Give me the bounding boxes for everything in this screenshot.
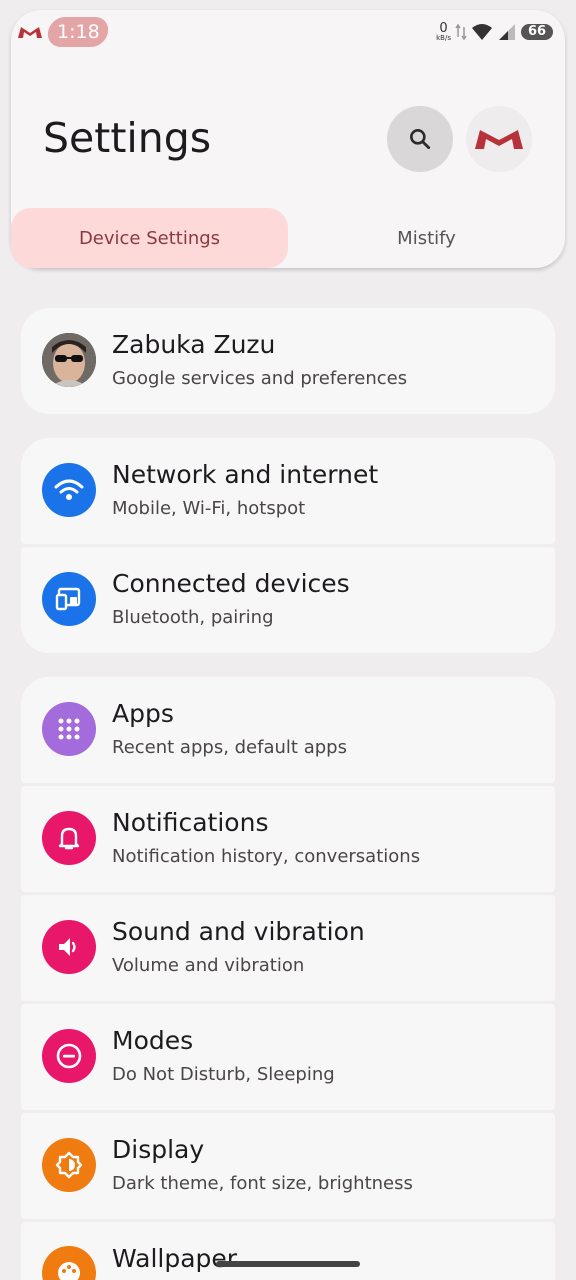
list-item-subtitle: Volume and vibration [112, 955, 305, 976]
page-title: Settings [43, 114, 212, 162]
status-icons: 0 kB/s 66 [436, 20, 553, 44]
list-item-apps[interactable]: Apps Recent apps, default apps [21, 677, 555, 783]
list-item-sound[interactable]: Sound and vibration Volume and vibration [21, 895, 555, 1001]
list-item-subtitle: Do Not Disturb, Sleeping [112, 1064, 335, 1085]
battery-indicator: 66 [521, 24, 553, 40]
gesture-navigation-bar[interactable] [216, 1261, 360, 1267]
list-item-title: Modes [112, 1026, 194, 1055]
list-item-subtitle: Bluetooth, pairing [112, 607, 274, 628]
list-item-subtitle: Mobile, Wi-Fi, hotspot [112, 498, 306, 519]
list-item-wallpaper[interactable]: Wallpaper [21, 1222, 555, 1280]
net-speed: 0 kB/s [436, 21, 451, 42]
list-item-modes[interactable]: Modes Do Not Disturb, Sleeping [21, 1004, 555, 1110]
bell-icon [42, 811, 96, 865]
list-item-subtitle: Dark theme, font size, brightness [112, 1173, 413, 1194]
list-item-title: Network and internet [112, 460, 379, 489]
apps-grid-icon [42, 702, 96, 756]
wifi-icon [42, 463, 96, 517]
clock: 1:18 [45, 17, 111, 47]
list-item-subtitle: Notification history, conversations [112, 846, 421, 867]
search-button[interactable] [387, 106, 453, 172]
list-item-title: Display [112, 1135, 205, 1164]
list-item-title: Connected devices [112, 569, 350, 598]
avatar-image [42, 333, 96, 387]
account-subtitle: Google services and preferences [112, 368, 408, 389]
list-item-network[interactable]: Network and internet Mobile, Wi-Fi, hots… [21, 438, 555, 544]
mistify-logo-icon [475, 130, 523, 149]
account-item[interactable]: Zabuka Zuzu Google services and preferen… [21, 308, 555, 414]
avatar [42, 333, 96, 387]
tab-device-settings[interactable]: Device Settings [11, 208, 288, 268]
list-item-title: Sound and vibration [112, 917, 365, 946]
list-item-connected-devices[interactable]: Connected devices Bluetooth, pairing [21, 547, 555, 653]
status-bar: 1:18 0 kB/s 66 [11, 10, 565, 54]
cell-signal-icon [499, 24, 515, 40]
mistify-logo-icon [18, 27, 42, 38]
tab-mistify[interactable]: Mistify [288, 208, 565, 268]
list-item-display[interactable]: Display Dark theme, font size, brightnes… [21, 1113, 555, 1219]
header-card: 1:18 0 kB/s 66 Settings Device Settings … [11, 10, 565, 268]
list-item-title: Notifications [112, 808, 269, 837]
brightness-icon [42, 1138, 96, 1192]
list-item-title: Wallpaper [112, 1244, 238, 1273]
search-icon [410, 129, 431, 150]
list-item-title: Apps [112, 699, 174, 728]
devices-icon [42, 572, 96, 626]
account-name: Zabuka Zuzu [112, 330, 276, 359]
palette-icon [42, 1246, 96, 1280]
list-item-subtitle: Recent apps, default apps [112, 737, 347, 758]
account-button[interactable] [466, 106, 532, 172]
wifi-status-icon [472, 24, 492, 40]
do-not-disturb-icon [42, 1029, 96, 1083]
data-arrows-icon [455, 23, 467, 41]
list-item-notifications[interactable]: Notifications Notification history, conv… [21, 786, 555, 892]
speaker-icon [42, 920, 96, 974]
